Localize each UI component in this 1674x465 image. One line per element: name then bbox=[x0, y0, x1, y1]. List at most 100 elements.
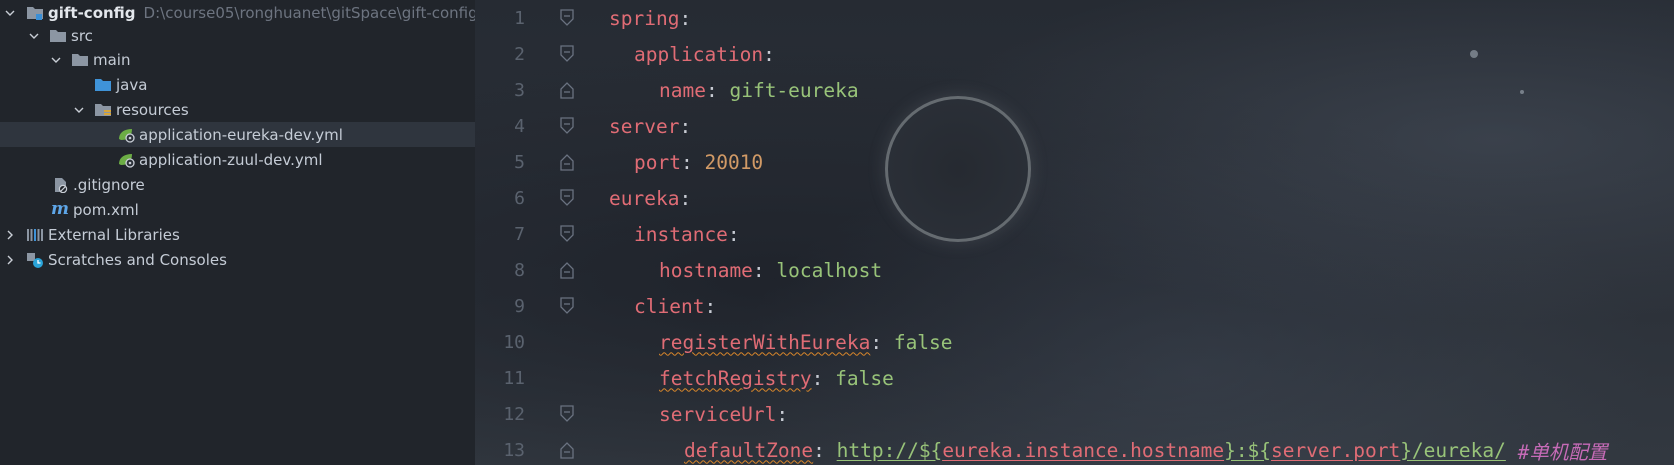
tree-item-java[interactable]: java bbox=[0, 72, 475, 97]
tree-item-gitignore[interactable]: .gitignore bbox=[0, 172, 475, 197]
spring-yml-icon bbox=[116, 151, 136, 169]
folder-icon bbox=[48, 27, 68, 45]
fold-open-icon[interactable] bbox=[525, 117, 609, 135]
yaml-colon: : bbox=[752, 258, 765, 282]
url-separator[interactable]: }:${ bbox=[1224, 439, 1271, 462]
code-line[interactable]: 8 hostname: localhost bbox=[475, 252, 1674, 288]
line-number: 7 bbox=[514, 223, 525, 245]
code-line[interactable]: 2 application: bbox=[475, 36, 1674, 72]
tree-item-external-libraries[interactable]: External Libraries bbox=[0, 222, 475, 247]
tree-item-root[interactable]: gift-config D:\course05\ronghuanet\gitSp… bbox=[0, 0, 475, 25]
file-label: application-zuul-dev.yml bbox=[139, 150, 323, 169]
code-editor[interactable]: 1 spring: 2 application: 3 name: gift-eu… bbox=[475, 0, 1674, 465]
java-label: java bbox=[116, 75, 148, 94]
line-number: 12 bbox=[503, 403, 525, 425]
yaml-key: client bbox=[634, 294, 705, 318]
line-number: 6 bbox=[514, 187, 525, 209]
code-line[interactable]: 7 instance: bbox=[475, 216, 1674, 252]
fold-close-icon[interactable] bbox=[525, 81, 609, 99]
root-path: D:\course05\ronghuanet\gitSpace\gift-con… bbox=[143, 3, 475, 22]
chevron-down-icon[interactable] bbox=[27, 29, 41, 43]
yaml-key: serviceUrl bbox=[659, 402, 777, 426]
yaml-value: false bbox=[835, 366, 894, 390]
code-line[interactable]: 5 port: 20010 bbox=[475, 144, 1674, 180]
yaml-key: application bbox=[634, 42, 764, 66]
fold-open-icon[interactable] bbox=[525, 297, 609, 315]
yaml-colon: : bbox=[680, 150, 693, 174]
yaml-colon: : bbox=[705, 78, 718, 102]
url-prefix[interactable]: http://${ bbox=[837, 439, 943, 462]
code-line[interactable]: 1 spring: bbox=[475, 0, 1674, 36]
yaml-colon: : bbox=[763, 42, 775, 66]
fold-open-icon[interactable] bbox=[525, 45, 609, 63]
ignore-file-icon bbox=[50, 176, 70, 194]
tree-item-zuul-yml[interactable]: application-zuul-dev.yml bbox=[0, 147, 475, 172]
resources-label: resources bbox=[116, 100, 189, 119]
tree-item-scratches[interactable]: Scratches and Consoles bbox=[0, 247, 475, 272]
line-number: 3 bbox=[514, 79, 525, 101]
chevron-down-icon[interactable] bbox=[3, 6, 17, 20]
yaml-colon: : bbox=[679, 6, 692, 30]
file-label: pom.xml bbox=[73, 200, 139, 219]
yaml-colon: : bbox=[679, 186, 692, 210]
tree-item-pom[interactable]: m pom.xml bbox=[0, 197, 475, 222]
yaml-colon: : bbox=[811, 366, 824, 390]
module-folder-icon bbox=[25, 4, 45, 22]
yaml-key: instance bbox=[634, 222, 728, 246]
yaml-key: defaultZone bbox=[684, 438, 814, 462]
yaml-colon: : bbox=[776, 402, 789, 426]
code-line[interactable]: 12 serviceUrl: bbox=[475, 396, 1674, 432]
external-libraries-label: External Libraries bbox=[48, 225, 180, 244]
chevron-right-icon[interactable] bbox=[3, 228, 17, 242]
fold-open-icon[interactable] bbox=[525, 405, 609, 423]
code-line[interactable]: 10 registerWithEureka: false bbox=[475, 324, 1674, 360]
libraries-icon bbox=[25, 226, 45, 244]
yaml-value: 20010 bbox=[704, 150, 764, 174]
line-number: 10 bbox=[503, 331, 525, 353]
yaml-key: spring bbox=[609, 6, 680, 30]
project-tree: gift-config D:\course05\ronghuanet\gitSp… bbox=[0, 0, 475, 465]
code-line[interactable]: 3 name: gift-eureka bbox=[475, 72, 1674, 108]
url-reference[interactable]: server.port bbox=[1271, 439, 1400, 462]
tree-item-resources[interactable]: resources bbox=[0, 97, 475, 122]
line-number: 4 bbox=[514, 115, 525, 137]
chevron-right-icon[interactable] bbox=[3, 253, 17, 267]
main-label: main bbox=[93, 50, 131, 69]
fold-open-icon[interactable] bbox=[525, 189, 609, 207]
scratches-label: Scratches and Consoles bbox=[48, 250, 227, 269]
url-suffix[interactable]: }/eureka/ bbox=[1400, 439, 1506, 462]
src-label: src bbox=[71, 26, 93, 45]
line-number: 8 bbox=[514, 259, 525, 281]
yaml-key: port bbox=[634, 150, 681, 174]
line-number: 11 bbox=[503, 367, 525, 389]
yaml-key: server bbox=[609, 114, 680, 138]
chevron-down-icon[interactable] bbox=[49, 53, 63, 67]
url-reference[interactable]: eureka.instance.hostname bbox=[942, 439, 1224, 462]
chevron-down-icon[interactable] bbox=[72, 103, 86, 117]
fold-open-icon[interactable] bbox=[525, 225, 609, 243]
fold-close-icon[interactable] bbox=[525, 441, 609, 459]
file-label: application-eureka-dev.yml bbox=[139, 125, 343, 144]
code-line[interactable]: 11 fetchRegistry: false bbox=[475, 360, 1674, 396]
file-label: .gitignore bbox=[73, 175, 145, 194]
fold-close-icon[interactable] bbox=[525, 153, 609, 171]
fold-close-icon[interactable] bbox=[525, 261, 609, 279]
tree-item-main[interactable]: main bbox=[0, 47, 475, 72]
line-number: 9 bbox=[514, 295, 525, 317]
code-line[interactable]: 4 server: bbox=[475, 108, 1674, 144]
tree-item-eureka-yml[interactable]: application-eureka-dev.yml bbox=[0, 122, 475, 147]
fold-open-icon[interactable] bbox=[525, 9, 609, 27]
scratches-icon bbox=[25, 251, 45, 269]
line-number: 2 bbox=[514, 43, 525, 65]
line-number: 5 bbox=[514, 151, 525, 173]
code-line[interactable]: 6 eureka: bbox=[475, 180, 1674, 216]
code-line[interactable]: 13 defaultZone: http://${eureka.instance… bbox=[475, 432, 1674, 465]
maven-icon: m bbox=[51, 199, 69, 219]
resources-folder-icon bbox=[93, 101, 113, 119]
tree-item-src[interactable]: src bbox=[0, 23, 475, 48]
yaml-value: localhost bbox=[776, 258, 883, 282]
root-label: gift-config bbox=[48, 3, 136, 22]
yaml-colon: : bbox=[727, 222, 740, 246]
code-line[interactable]: 9 client: bbox=[475, 288, 1674, 324]
line-number: 13 bbox=[503, 439, 525, 461]
